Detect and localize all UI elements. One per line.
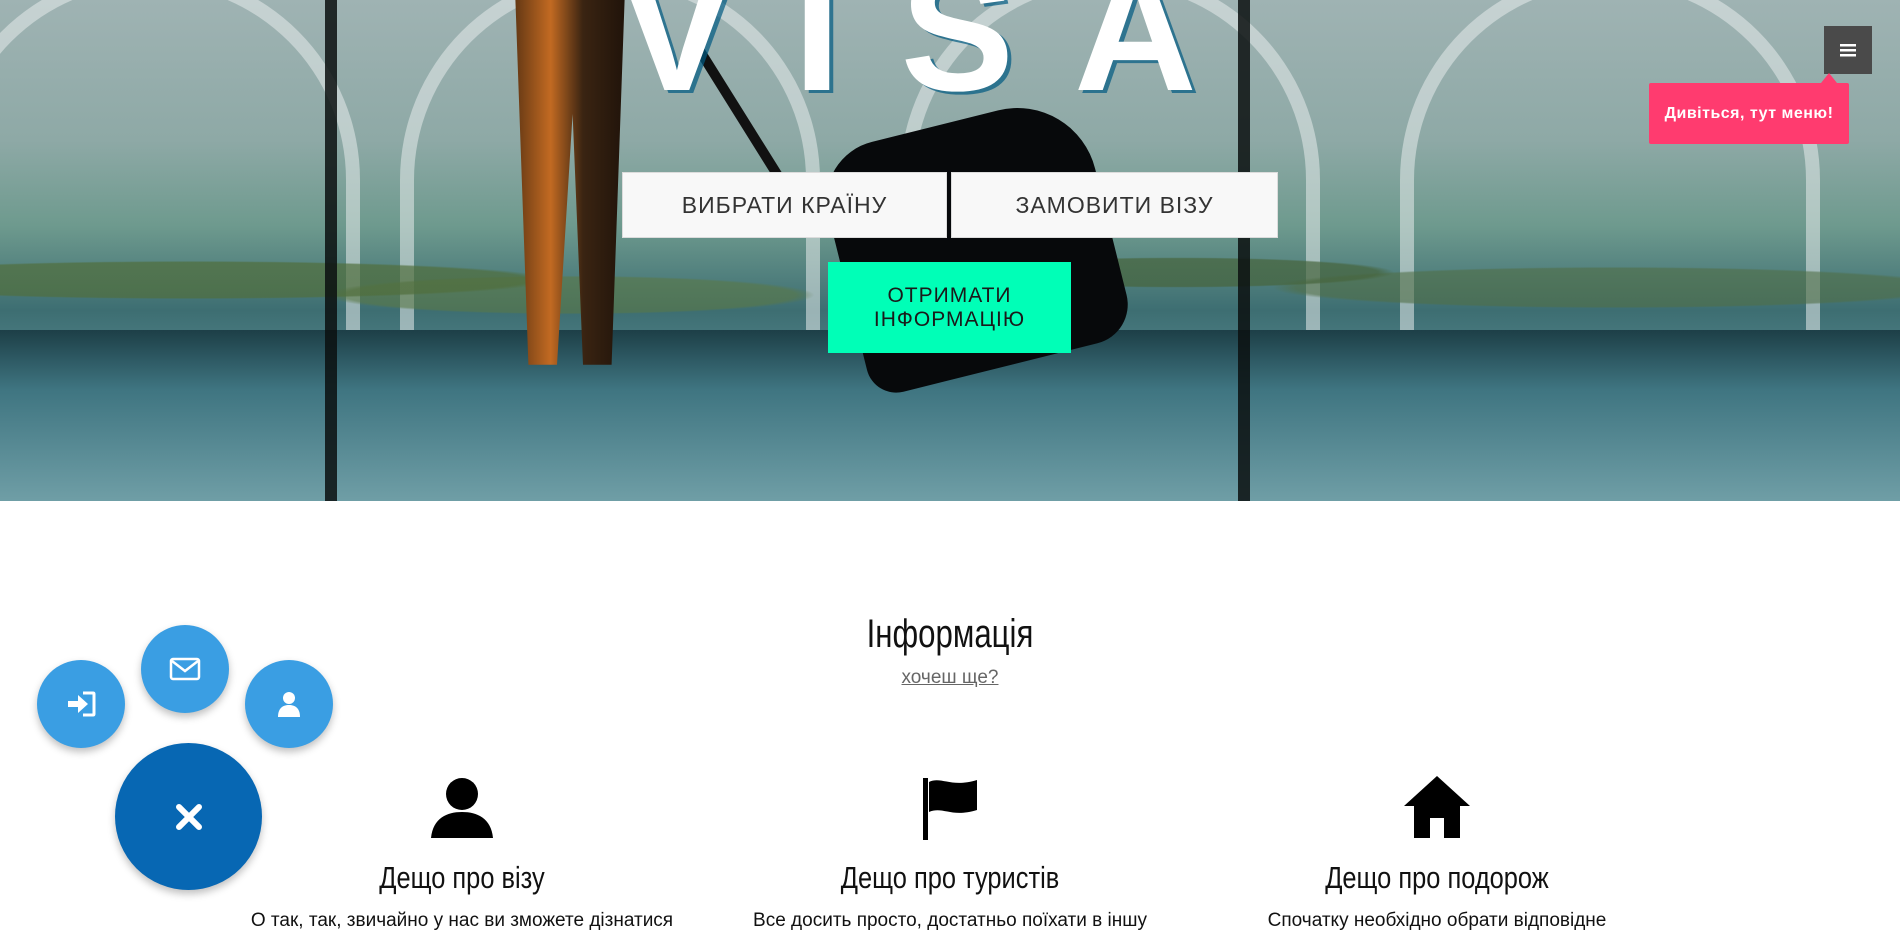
login-fab-button[interactable] (37, 660, 125, 748)
feature-text: О так, так, звичайно у нас ви зможете ді… (250, 910, 674, 931)
section-title: Інформація (866, 612, 1034, 656)
feature-card-tourists: Дещо про туристів Все досить просто, дос… (715, 770, 1185, 932)
user-icon (278, 692, 300, 717)
section-more-link[interactable]: хочеш ще? (800, 667, 1100, 689)
feature-title: Дещо про подорож (1325, 860, 1549, 895)
hamburger-icon (1840, 44, 1856, 57)
profile-fab-button[interactable] (245, 660, 333, 748)
sign-in-icon (68, 691, 96, 717)
feature-title: Дещо про туристів (840, 860, 1060, 895)
user-icon (227, 770, 697, 840)
get-info-button[interactable]: ОТРИМАТИ ІНФОРМАЦІЮ (828, 262, 1071, 353)
home-icon (1202, 770, 1672, 840)
order-visa-button[interactable]: ЗАМОВИТИ ВІЗУ (951, 172, 1278, 238)
hero-banner: VISA ВИБРАТИ КРАЇНУ ЗАМОВИТИ ВІЗУ ОТРИМА… (0, 0, 1900, 501)
choose-country-button[interactable]: ВИБРАТИ КРАЇНУ (622, 172, 947, 238)
close-icon (175, 803, 202, 830)
flag-icon (715, 770, 1185, 840)
hero-title: VISA (620, 0, 1257, 127)
menu-toggle-button[interactable] (1824, 26, 1872, 74)
feature-card-travel: Дещо про подорож Спочатку необхідно обра… (1202, 770, 1672, 932)
mail-fab-button[interactable] (141, 625, 229, 713)
fab-main-close-button[interactable] (115, 743, 262, 890)
menu-tooltip: Дивіться, тут меню! (1649, 73, 1849, 144)
feature-title: Дещо про візу (379, 860, 545, 895)
feature-card-visa: Дещо про візу О так, так, звичайно у нас… (227, 770, 697, 932)
feature-text: Все досить просто, достатньо поїхати в і… (753, 910, 1147, 931)
envelope-icon (169, 657, 201, 681)
feature-text: Спочатку необхідно обрати відповідне (1267, 910, 1607, 931)
hero-bg-pillar (325, 0, 337, 501)
